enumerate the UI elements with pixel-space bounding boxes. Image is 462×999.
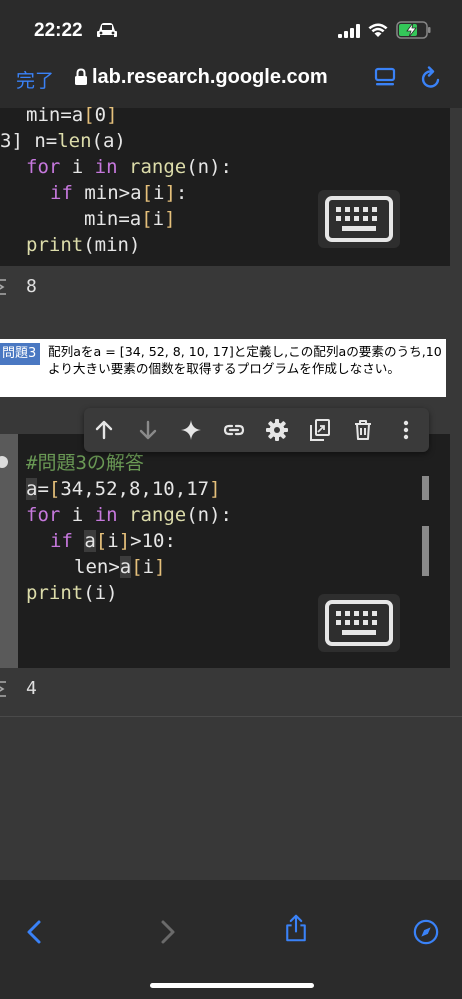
code-line: 3] n=len(a) xyxy=(0,130,126,152)
code-line: if a[i]>10: xyxy=(50,530,176,552)
home-indicator xyxy=(150,983,314,988)
reload-icon[interactable] xyxy=(420,66,442,90)
output-icon xyxy=(0,681,6,697)
forward-icon[interactable] xyxy=(154,918,180,946)
compass-icon[interactable] xyxy=(413,918,439,946)
code-cell-1[interactable]: min=a[0] 3] n=len(a) for i in range(n): … xyxy=(0,104,450,266)
code-line: min=a[i] xyxy=(84,208,176,230)
output-row-2: 4 xyxy=(0,678,462,702)
code-line: min=a[0] xyxy=(26,104,118,126)
mirror-cell-icon[interactable] xyxy=(308,418,332,442)
code-cell-2[interactable]: #問題3の解答 a=[34,52,8,10,17] for i in range… xyxy=(0,434,450,668)
battery-charging-icon xyxy=(396,21,431,39)
keyboard-button[interactable] xyxy=(318,594,400,652)
more-vert-icon[interactable] xyxy=(394,418,418,442)
arrow-down-icon[interactable] xyxy=(136,418,160,442)
cell-gutter xyxy=(0,434,18,668)
cellular-signal-icon xyxy=(338,24,360,38)
code-line: if min>a[i]: xyxy=(50,182,188,204)
trash-icon[interactable] xyxy=(351,418,375,442)
text-cell[interactable]: 問題3 配列aをa = [34, 52, 8, 10, 17]と定義し,この配列… xyxy=(0,339,446,397)
code-line: print(i) xyxy=(26,582,118,604)
code-line: len>a[i] xyxy=(74,556,166,578)
code-line: for i in range(n): xyxy=(26,156,232,178)
keyboard-button[interactable] xyxy=(318,190,400,248)
keyboard-icon xyxy=(325,196,393,242)
output-divider xyxy=(0,716,462,717)
scrollbar-thumb[interactable] xyxy=(422,476,429,500)
code-line: for i in range(n): xyxy=(26,504,232,526)
question-label: 問題3 xyxy=(0,343,40,365)
code-line: print(min) xyxy=(26,234,141,256)
wifi-icon xyxy=(368,23,388,37)
back-icon[interactable] xyxy=(22,918,48,946)
code-line: #問題3の解答 xyxy=(26,452,144,474)
question-text: 配列aをa = [34, 52, 8, 10, 17]と定義し,この配列aの要素… xyxy=(48,344,442,376)
done-button[interactable]: 完了 xyxy=(16,66,54,93)
output-icon xyxy=(0,279,6,295)
output-text: 8 xyxy=(26,276,37,297)
gear-icon[interactable] xyxy=(265,418,289,442)
status-time: 22:22 xyxy=(34,20,83,41)
lock-icon xyxy=(75,68,87,85)
output-row-1: 8 xyxy=(0,276,462,300)
output-text: 4 xyxy=(26,678,37,699)
car-icon xyxy=(97,23,117,37)
keyboard-icon xyxy=(325,600,393,646)
reader-mode-icon[interactable] xyxy=(374,67,396,89)
browser-bottom-bar xyxy=(0,880,462,999)
link-icon[interactable] xyxy=(222,418,246,442)
arrow-up-icon[interactable] xyxy=(92,418,116,442)
url-address[interactable]: lab.research.google.com xyxy=(92,66,328,89)
browser-top-bar: 22:22 完了 lab.research.google.com xyxy=(0,0,462,108)
scrollbar-thumb[interactable] xyxy=(422,526,429,576)
sparkle-icon[interactable] xyxy=(179,418,203,442)
share-icon[interactable] xyxy=(283,914,309,942)
cell-toolbar xyxy=(84,408,429,452)
code-line: a=[34,52,8,10,17] xyxy=(26,478,221,500)
